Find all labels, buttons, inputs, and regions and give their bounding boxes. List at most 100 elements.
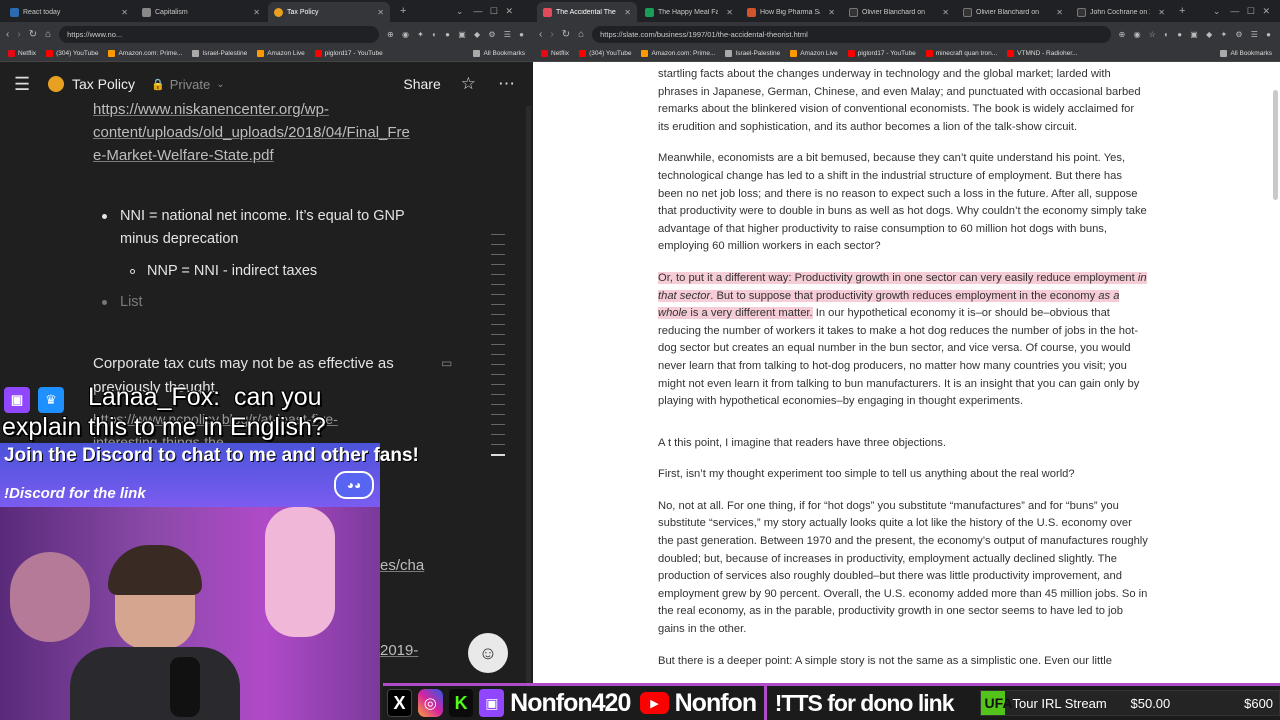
bookmark-piglord[interactable]: piglord17 - YouTube xyxy=(847,50,916,57)
tab-label: How Big Pharma Sa xyxy=(760,8,820,16)
streamer-hair xyxy=(108,545,202,595)
tab-label: Olivier Blanchard on xyxy=(976,8,1040,16)
comment-icon[interactable]: ▭ xyxy=(441,356,452,370)
bookmark-israel-palestine[interactable]: Israel-Palestine xyxy=(725,50,780,57)
tab-label: Olivier Blanchard on xyxy=(862,8,926,16)
bullet-dot xyxy=(102,300,107,305)
article-paragraph-highlighted: Or, to put it a different way: Productiv… xyxy=(658,271,1147,408)
more-icon[interactable]: ⋯ xyxy=(498,74,515,94)
paragraph-text[interactable]: Corporate tax cuts may not be as effecti… xyxy=(93,352,394,375)
close-icon[interactable]: ✕ xyxy=(377,8,384,17)
back-icon[interactable]: ‹ xyxy=(6,29,9,40)
extensions-icons[interactable]: ⊕ ◉ ✦ ◐ ● ▣ ◆ ⚙ ☰ ● xyxy=(387,30,527,39)
bookmark-netflix[interactable]: Netflix xyxy=(8,50,36,57)
home-icon[interactable]: ⌂ xyxy=(45,29,51,40)
plush-costume xyxy=(265,507,335,637)
crown-badge-icon: ♛ xyxy=(38,387,64,413)
share-button[interactable]: Share xyxy=(403,76,440,92)
bullet-dot xyxy=(102,214,107,219)
tab-react-today[interactable]: React today ✕ xyxy=(4,2,134,22)
privacy-label[interactable]: Private xyxy=(170,77,210,92)
tab-tax-policy[interactable]: Tax Policy ✕ xyxy=(268,2,390,22)
tab-capitalism[interactable]: Capitalism ✕ xyxy=(136,2,266,22)
all-bookmarks[interactable]: All Bookmarks xyxy=(1220,50,1272,57)
window-controls[interactable]: ⌄ — ☐ ✕ xyxy=(1213,6,1270,17)
youtube-icon: ▶ xyxy=(640,692,669,714)
tab-blanchard-2[interactable]: Olivier Blanchard on ✕ xyxy=(957,2,1069,22)
article-paragraph: No, not at all. For one thing, if for “h… xyxy=(658,499,1148,636)
close-icon[interactable]: ✕ xyxy=(942,8,949,17)
outline-minimap[interactable] xyxy=(491,234,505,465)
link-line-3[interactable]: e-Market-Welfare-State.pdf xyxy=(93,144,274,167)
forward-icon[interactable]: › xyxy=(550,29,553,40)
close-icon[interactable]: ✕ xyxy=(828,8,835,17)
page-scrollbar-thumb[interactable] xyxy=(1273,90,1278,200)
address-bar[interactable]: https://www.no... xyxy=(59,25,380,43)
page-emoji-icon xyxy=(48,76,64,92)
tab-label: The Happy Meal Fal xyxy=(658,8,718,16)
left-toolbar: ‹ › ↻ ⌂ https://www.no... ⊕ ◉ ✦ ◐ ● ▣ ◆ … xyxy=(0,22,533,46)
page-title[interactable]: Tax Policy xyxy=(72,76,135,92)
extensions-icons[interactable]: ⊕ ◉ ☆ ◐ ● ▣ ◆ ✦ ⚙ ☰ ● xyxy=(1119,30,1274,39)
bookmark-vtmnd[interactable]: VTMND - Radioher... xyxy=(1007,50,1078,57)
close-icon[interactable]: ✕ xyxy=(1056,8,1063,17)
close-icon[interactable]: ✕ xyxy=(253,8,260,17)
bookmark-minecraft[interactable]: minecraft quan tron... xyxy=(925,50,997,57)
address-bar[interactable]: https://slate.com/business/1997/01/the-a… xyxy=(592,25,1111,43)
article-paragraph: But there is a deeper point: A simple st… xyxy=(658,654,1112,667)
bookmark-amazon-prime[interactable]: Amazon.com: Prime... xyxy=(641,50,715,57)
chevron-down-icon[interactable]: ⌄ xyxy=(216,79,224,90)
link-fragment-1[interactable]: es/cha xyxy=(380,554,424,577)
bookmark-amazon-live[interactable]: Amazon Live xyxy=(257,50,305,57)
bookmark-netflix[interactable]: Netflix xyxy=(541,50,569,57)
bookmark-piglord[interactable]: piglord17 - YouTube xyxy=(314,50,383,57)
left-tabstrip: React today ✕ Capitalism ✕ Tax Policy ✕ … xyxy=(0,0,533,22)
right-browser-window: The Accidental Theo ✕ The Happy Meal Fal… xyxy=(533,0,1280,720)
close-icon[interactable]: ✕ xyxy=(1158,8,1165,17)
poster-icon xyxy=(10,552,90,642)
article-paragraph: Meanwhile, economists are a bit bemused,… xyxy=(658,152,1147,253)
all-bookmarks[interactable]: All Bookmarks xyxy=(473,50,525,57)
close-icon[interactable]: ✕ xyxy=(726,8,733,17)
sub-bullet-item[interactable]: NNP = NNI - indirect taxes xyxy=(147,260,317,283)
tab-favicon-icon xyxy=(1077,7,1086,17)
tab-accidental-theorist[interactable]: The Accidental Theo ✕ xyxy=(537,2,637,22)
article-paragraph: First, isn’t my thought experiment too s… xyxy=(658,468,1075,481)
goal-ufa-label: UFA xyxy=(984,695,1013,711)
list-placeholder[interactable]: List xyxy=(120,291,143,314)
assistant-face-icon: ☺ xyxy=(478,642,498,663)
reload-icon[interactable]: ↻ xyxy=(562,29,570,40)
close-icon[interactable]: ✕ xyxy=(624,8,631,17)
link-line-1[interactable]: https://www.niskanencenter.org/wp- xyxy=(93,98,329,121)
menu-icon[interactable]: ☰ xyxy=(14,74,48,95)
back-icon[interactable]: ‹ xyxy=(539,29,542,40)
ai-assistant-button[interactable]: ☺ xyxy=(468,633,508,673)
social-handle: Nonfon420 xyxy=(510,688,631,717)
link-line-2[interactable]: content/uploads/old_uploads/2018/04/Fina… xyxy=(93,121,410,144)
new-tab-icon[interactable]: + xyxy=(400,5,406,17)
tab-big-pharma[interactable]: How Big Pharma Sa ✕ xyxy=(741,2,841,22)
bookmark-youtube[interactable]: (304) YouTube xyxy=(579,50,631,57)
close-icon[interactable]: ✕ xyxy=(121,8,128,17)
tab-favicon-icon xyxy=(142,7,151,17)
link-fragment-2[interactable]: 2019- xyxy=(380,639,418,662)
tab-cochrane[interactable]: John Cochrane on X ✕ xyxy=(1071,2,1171,22)
window-controls[interactable]: ⌄ — ☐ ✕ xyxy=(456,6,513,17)
home-icon[interactable]: ⌂ xyxy=(578,29,584,40)
forward-icon[interactable]: › xyxy=(17,29,20,40)
new-tab-icon[interactable]: + xyxy=(1179,5,1185,17)
left-window-scrollbar[interactable] xyxy=(526,106,531,720)
left-bookmarks-bar: Netflix (304) YouTube Amazon.com: Prime.… xyxy=(0,46,533,62)
bookmark-amazon-prime[interactable]: Amazon.com: Prime... xyxy=(108,50,182,57)
streamer-body xyxy=(70,647,240,720)
star-icon[interactable]: ☆ xyxy=(461,74,476,94)
reload-icon[interactable]: ↻ xyxy=(29,29,37,40)
discord-icon: ◕◕ xyxy=(334,471,374,499)
bookmark-youtube[interactable]: (304) YouTube xyxy=(46,50,98,57)
bookmark-israel-palestine[interactable]: Israel-Palestine xyxy=(192,50,247,57)
chat-message: can you xyxy=(233,383,322,411)
bullet-item[interactable]: NNI = national net income. It’s equal to… xyxy=(120,205,440,251)
tab-happy-meal[interactable]: The Happy Meal Fal ✕ xyxy=(639,2,739,22)
tab-blanchard-1[interactable]: Olivier Blanchard on ✕ xyxy=(843,2,955,22)
bookmark-amazon-live[interactable]: Amazon Live xyxy=(790,50,838,57)
